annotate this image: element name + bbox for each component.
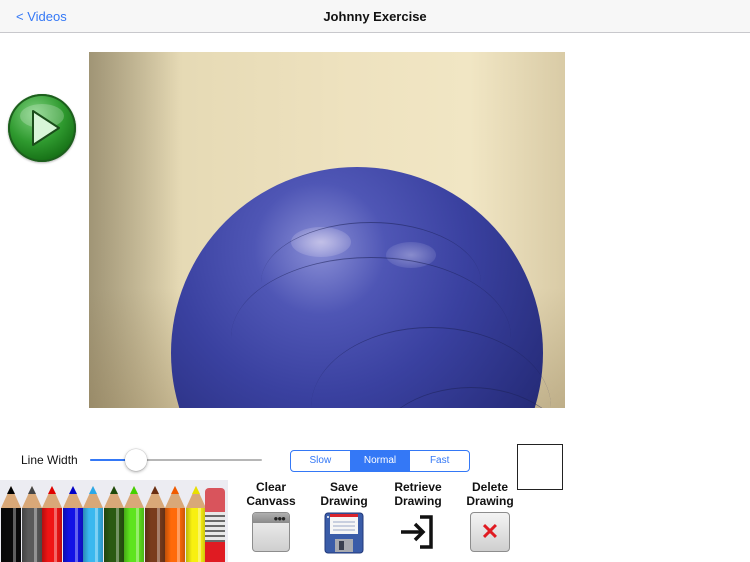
speed-option-normal[interactable]: Normal <box>350 451 411 471</box>
pencil-black[interactable] <box>1 486 21 562</box>
pencil-red[interactable] <box>42 486 62 562</box>
pencil-tip <box>109 486 118 494</box>
play-icon <box>20 104 64 146</box>
pencil-tip <box>27 486 36 494</box>
pencil-body <box>1 508 21 562</box>
eraser-icon[interactable] <box>205 488 225 562</box>
pencil-body <box>165 508 185 562</box>
exercise-ball <box>171 167 565 408</box>
slider-thumb[interactable] <box>125 449 148 471</box>
clear-canvass-label: Clear Canvass <box>236 480 306 508</box>
pencil-tip <box>150 486 159 494</box>
delete-x-icon: ✕ <box>470 512 510 552</box>
clear-canvass-button[interactable]: Clear Canvass ●●● <box>236 480 306 552</box>
eraser-band <box>205 512 225 542</box>
delete-drawing-label: Delete Drawing <box>455 480 525 508</box>
save-drawing-label: Save Drawing <box>309 480 379 508</box>
floppy-disk-icon <box>324 512 364 554</box>
pencil-yellow[interactable] <box>185 486 206 562</box>
pencil-tip <box>130 486 138 494</box>
delete-drawing-button[interactable]: Delete Drawing ✕ <box>455 480 525 552</box>
label-line: Drawing <box>466 494 514 508</box>
eraser-base <box>205 542 225 562</box>
pencil-gray[interactable] <box>21 486 42 562</box>
pencil-body <box>144 508 165 562</box>
page-title: Johnny Exercise <box>323 9 427 24</box>
play-button[interactable] <box>8 94 76 162</box>
eraser-cap <box>205 488 225 512</box>
pencil-light-blue[interactable] <box>83 486 103 562</box>
speed-option-slow[interactable]: Slow <box>291 451 351 471</box>
label-line: Drawing <box>320 494 368 508</box>
speed-option-fast[interactable]: Fast <box>410 451 469 471</box>
pencil-dark-green[interactable] <box>103 486 124 562</box>
color-palette <box>0 480 228 562</box>
pencil-tip <box>68 486 77 494</box>
pencil-body <box>83 508 103 562</box>
pencil-body <box>42 508 62 562</box>
label-line: Delete <box>471 480 509 494</box>
pencil-tip <box>48 486 56 494</box>
window-icon: ●●● <box>251 512 291 552</box>
pencil-tip <box>171 486 179 494</box>
retrieve-drawing-button[interactable]: Retrieve Drawing <box>383 480 453 552</box>
pencil-tip <box>191 486 200 494</box>
speed-segmented-control: Slow Normal Fast <box>290 450 470 472</box>
label-line: Drawing <box>394 494 442 508</box>
line-width-slider[interactable] <box>90 448 262 472</box>
pencil-tip <box>89 486 97 494</box>
navigation-bar: < Videos Johnny Exercise <box>0 0 750 33</box>
pencil-body <box>124 508 144 562</box>
label-line: Clear <box>255 480 287 494</box>
pencil-body <box>185 508 206 562</box>
pencil-brown[interactable] <box>144 486 165 562</box>
pencil-body <box>103 508 124 562</box>
pencil-tip <box>7 486 15 494</box>
label-line: Save <box>329 480 359 494</box>
pencil-orange[interactable] <box>165 486 185 562</box>
label-line: Retrieve <box>394 480 442 494</box>
video-canvas[interactable] <box>89 52 565 408</box>
pencil-blue[interactable] <box>62 486 83 562</box>
retrieve-drawing-label: Retrieve Drawing <box>383 480 453 508</box>
sign-in-icon <box>398 512 438 552</box>
pencil-body <box>62 508 83 562</box>
save-drawing-button[interactable]: Save Drawing <box>309 480 379 554</box>
pencil-light-green[interactable] <box>124 486 144 562</box>
label-line: Canvass <box>246 494 296 508</box>
line-width-label: Line Width <box>21 453 78 467</box>
pencil-body <box>21 508 42 562</box>
